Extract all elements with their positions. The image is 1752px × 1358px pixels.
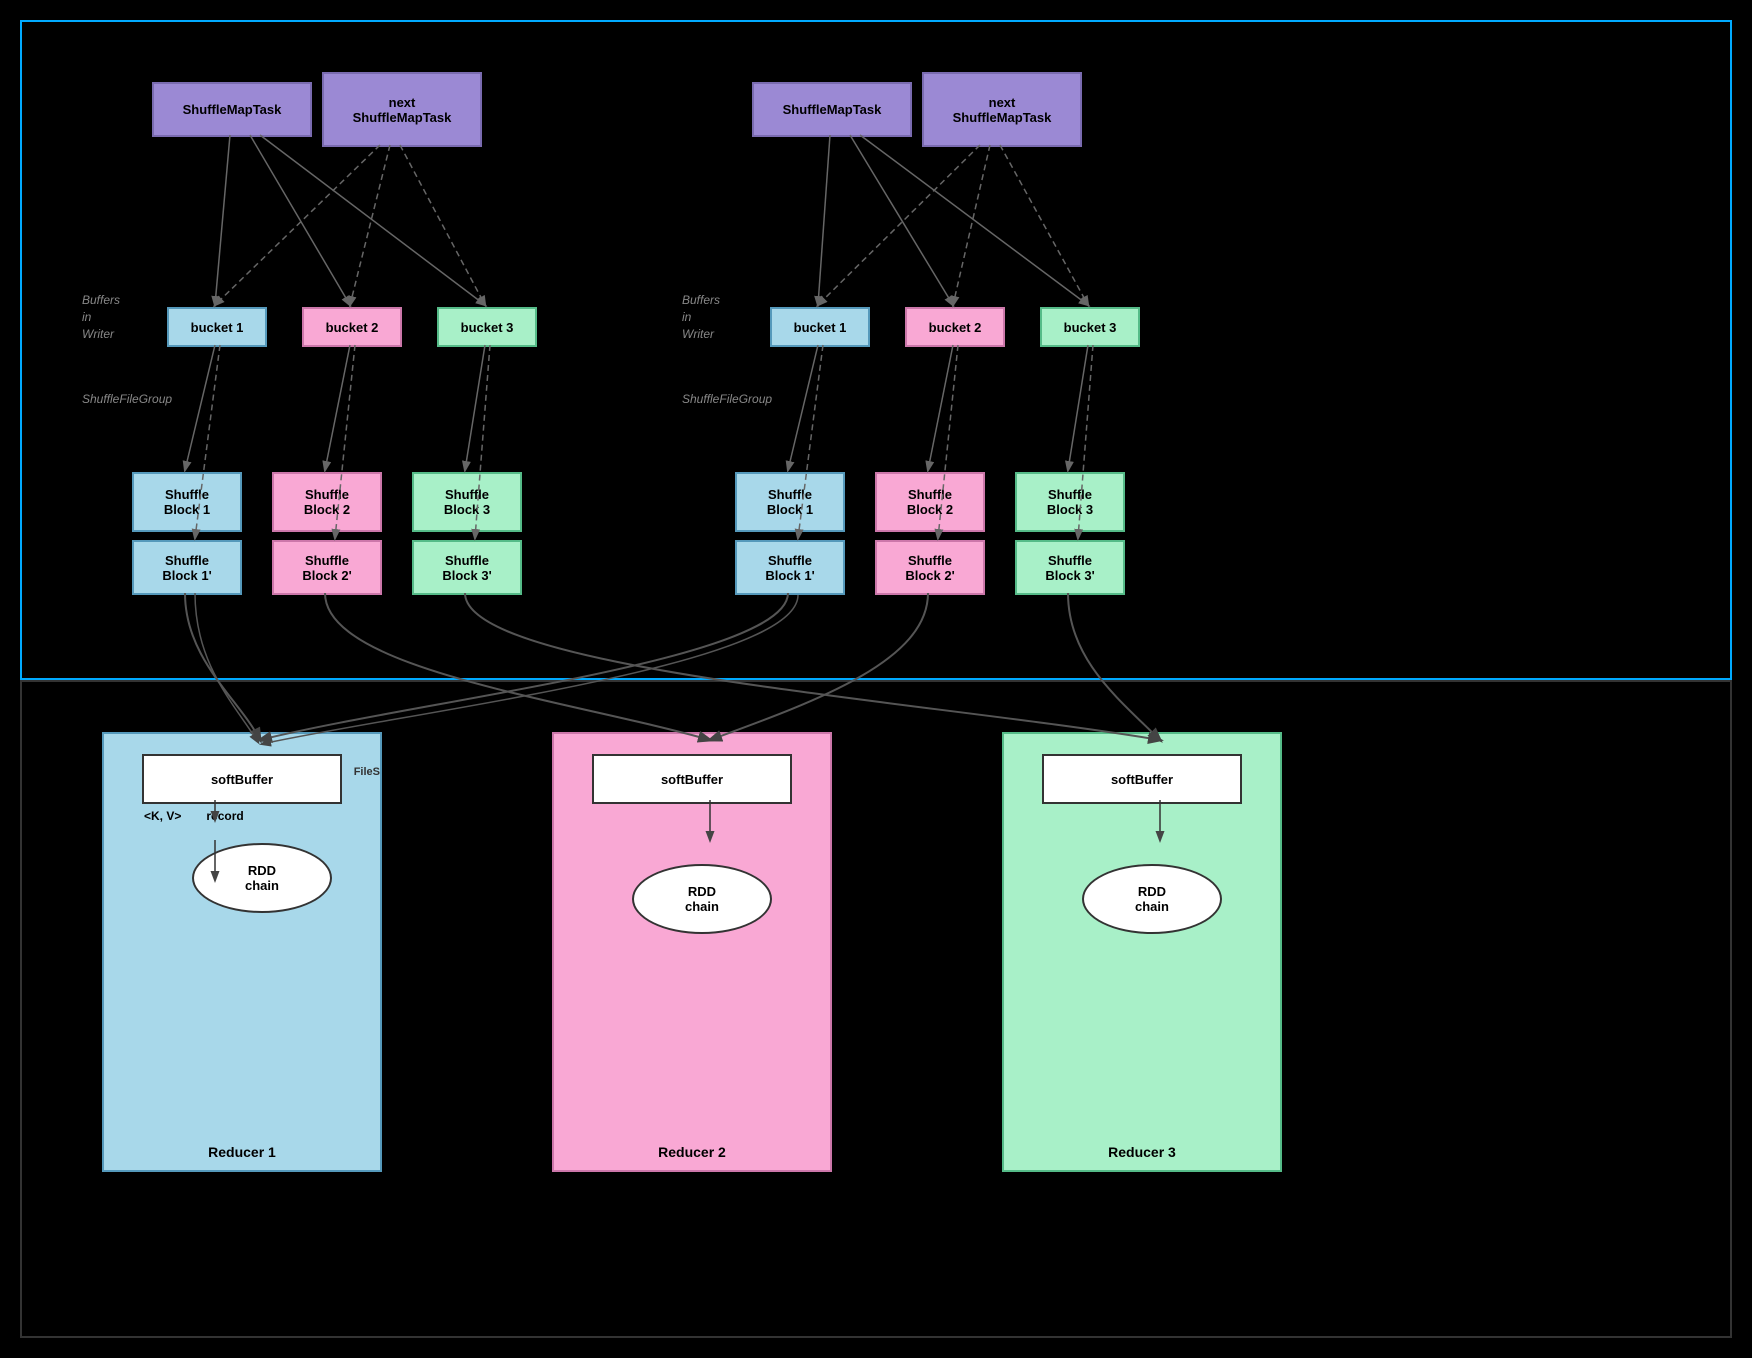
left-bucket-1: bucket 1 <box>167 307 267 347</box>
right-shuffle-block-2p: Shuffle Block 2' <box>875 540 985 595</box>
main-container: ShuffleMapTask next ShuffleMapTask Buffe… <box>20 20 1732 1338</box>
reducer1-label: Reducer 1 <box>114 1134 370 1160</box>
left-shuffle-block-2p: Shuffle Block 2' <box>272 540 382 595</box>
right-bucket-1: bucket 1 <box>770 307 870 347</box>
left-bucket-3: bucket 3 <box>437 307 537 347</box>
left-shuffle-map-task-1: ShuffleMapTask <box>152 82 312 137</box>
right-shuffle-map-task-1: ShuffleMapTask <box>752 82 912 137</box>
right-bucket-3: bucket 3 <box>1040 307 1140 347</box>
right-shuffle-block-2: Shuffle Block 2 <box>875 472 985 532</box>
left-shuffle-block-1p: Shuffle Block 1' <box>132 540 242 595</box>
left-shuffle-block-1: Shuffle Block 1 <box>132 472 242 532</box>
left-buffers-label: Buffers in Writer <box>82 292 120 342</box>
right-shuffle-block-1p: Shuffle Block 1' <box>735 540 845 595</box>
reducer3-label: Reducer 3 <box>1014 1134 1270 1160</box>
right-shuffle-block-1: Shuffle Block 1 <box>735 472 845 532</box>
reducer-3-box: softBuffer RDD chain Reducer 3 <box>1002 732 1282 1172</box>
reducer-1-box: softBuffer FileS <K, V> record RDD chain… <box>102 732 382 1172</box>
reducer-2-box: softBuffer RDD chain Reducer 2 <box>552 732 832 1172</box>
left-shuffle-block-3: Shuffle Block 3 <box>412 472 522 532</box>
right-shuffle-block-3p: Shuffle Block 3' <box>1015 540 1125 595</box>
bottom-box: softBuffer FileS <K, V> record RDD chain… <box>20 680 1732 1338</box>
reducer1-rdd-chain: RDD chain <box>192 843 332 913</box>
left-next-shuffle-map-task: next ShuffleMapTask <box>322 72 482 147</box>
reducer2-rdd-chain: RDD chain <box>632 864 772 934</box>
left-bucket-2: bucket 2 <box>302 307 402 347</box>
right-buffers-label: Buffers in Writer <box>682 292 720 342</box>
reducer1-soft-buffer: softBuffer FileS <box>142 754 342 804</box>
reducer2-soft-buffer: softBuffer <box>592 754 792 804</box>
left-shuffle-block-2: Shuffle Block 2 <box>272 472 382 532</box>
right-next-shuffle-map-task: next ShuffleMapTask <box>922 72 1082 147</box>
top-box: ShuffleMapTask next ShuffleMapTask Buffe… <box>20 20 1732 680</box>
left-shuffle-file-group-label: ShuffleFileGroup <box>82 392 172 406</box>
right-shuffle-block-3: Shuffle Block 3 <box>1015 472 1125 532</box>
right-bucket-2: bucket 2 <box>905 307 1005 347</box>
left-shuffle-block-3p: Shuffle Block 3' <box>412 540 522 595</box>
reducer1-kv-label: <K, V> record <box>144 809 244 823</box>
reducer3-rdd-chain: RDD chain <box>1082 864 1222 934</box>
right-shuffle-file-group-label: ShuffleFileGroup <box>682 392 772 406</box>
reducer2-label: Reducer 2 <box>564 1134 820 1160</box>
reducer3-soft-buffer: softBuffer <box>1042 754 1242 804</box>
